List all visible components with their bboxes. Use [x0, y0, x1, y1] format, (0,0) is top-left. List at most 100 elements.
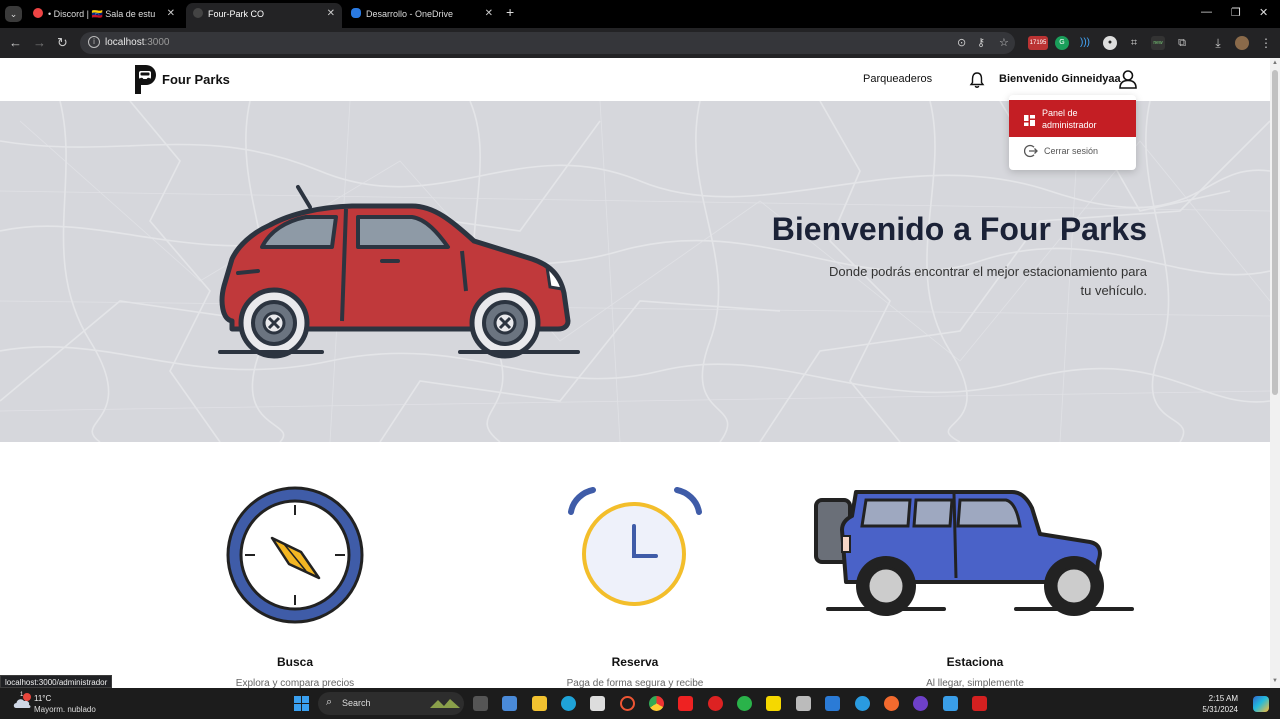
feature-title-reserva: Reserva [611, 655, 659, 669]
edge-browser-icon[interactable] [561, 696, 576, 711]
whatsapp-icon[interactable] [737, 696, 752, 711]
grammarly-icon[interactable]: G [1055, 36, 1069, 50]
reload-icon[interactable]: ↻ [57, 35, 68, 51]
admin-panel-menu-item[interactable]: Panel de administrador [1009, 100, 1136, 137]
dashboard-grid-icon [1024, 115, 1035, 126]
extension-new-label: new [1153, 40, 1163, 46]
opera-icon[interactable] [620, 696, 635, 711]
user-account-icon[interactable] [1118, 69, 1138, 89]
weather-badge: 1 [20, 692, 24, 698]
task-view-icon[interactable] [473, 696, 488, 711]
admin-panel-label: Panel de administrador [1042, 108, 1097, 130]
url-text: localhost:3000 [105, 37, 170, 48]
acrobat-icon[interactable] [972, 696, 987, 711]
docker-icon[interactable] [855, 696, 870, 711]
jeep-icon [814, 490, 1134, 616]
taskbar-search-box[interactable]: ⌕ Search [318, 692, 464, 715]
clock-time[interactable]: 2:15 AM [1209, 694, 1238, 703]
url-port: :3000 [144, 37, 170, 48]
extensions-puzzle-icon[interactable]: ⧉ [1175, 36, 1189, 50]
notepad-icon[interactable] [943, 696, 958, 711]
feature-title-busca: Busca [276, 655, 314, 669]
browser-menu-icon[interactable]: ⋮ [1259, 36, 1273, 50]
feature-desc-estaciona: Al llegar, simplemente [926, 678, 1024, 688]
chrome-icon[interactable] [649, 696, 664, 711]
compass-icon [226, 486, 364, 624]
password-key-icon[interactable]: ⚷ [977, 36, 985, 49]
discord-favicon-icon [33, 8, 43, 18]
user-dropdown-menu: Panel de administrador Cerrar sesión [1009, 95, 1136, 170]
close-tab-icon[interactable]: ✕ [167, 3, 175, 25]
site-info-icon[interactable]: i [88, 36, 100, 48]
extension-circle-icon[interactable]: ● [1103, 36, 1117, 50]
file-explorer-icon[interactable] [532, 696, 547, 711]
feature-desc-busca: Explora y compara precios [235, 678, 355, 688]
hero-subtitle: Donde podrás encontrar el mejor estacion… [829, 264, 1147, 298]
welcome-user-text[interactable]: Bienvenido Ginneidyaa [999, 73, 1121, 85]
window-close-icon[interactable]: ✕ [1259, 6, 1268, 19]
restore-icon[interactable]: ❐ [1231, 6, 1241, 19]
extension-badge-count: 17195 [1029, 40, 1047, 46]
notification-bell-icon[interactable] [969, 71, 985, 89]
back-icon[interactable]: ← [9, 35, 22, 50]
youtube-music-icon[interactable] [708, 696, 723, 711]
tab-search-button[interactable]: ⌄ [5, 6, 22, 22]
copilot-icon[interactable] [1253, 696, 1269, 712]
forward-icon[interactable]: → [33, 35, 46, 50]
four-parks-logo-icon[interactable] [133, 63, 157, 95]
weather-desc: Mayorm. nublado [34, 705, 96, 714]
minimize-icon[interactable]: — [1201, 6, 1212, 18]
close-tab-icon[interactable]: ✕ [485, 3, 493, 25]
tab-discord[interactable]: • Discord | 🇻🇪 Sala de estu ✕ [26, 3, 182, 28]
four-park-favicon-icon [193, 8, 203, 18]
web-page: Four Parks Parqueaderos Bienvenido Ginne… [0, 58, 1270, 688]
youtube-icon[interactable] [678, 696, 693, 711]
microsoft-store-icon[interactable] [590, 696, 605, 711]
site-navbar: Four Parks Parqueaderos Bienvenido Ginne… [0, 58, 1270, 170]
tab-title: Four-Park CO [208, 9, 265, 19]
tab-title: • Discord | 🇻🇪 Sala de estu [48, 9, 156, 19]
photos-app-icon[interactable] [502, 696, 517, 711]
tab-onedrive[interactable]: Desarrollo - OneDrive ✕ [344, 3, 500, 28]
calculator-icon[interactable] [796, 696, 811, 711]
tab-four-park[interactable]: Four-Park CO ✕ [186, 3, 342, 28]
browser-toolbar: ← → ↻ i localhost:3000 ⊙ ⚷ ☆ 17195 G )))… [0, 28, 1280, 58]
brand-name[interactable]: Four Parks [162, 72, 230, 87]
vscode-icon[interactable] [825, 696, 840, 711]
windows-taskbar: 1 11°C Mayorm. nublado ⌕ Search 2:15 AM … [0, 688, 1280, 719]
postman-icon[interactable] [884, 696, 899, 711]
status-link-url: localhost:3000/administrador [0, 675, 113, 688]
download-icon[interactable]: ⤓ [1211, 36, 1225, 50]
browser-tab-bar: ⌄ • Discord | 🇻🇪 Sala de estu ✕ Four-Par… [0, 0, 1280, 28]
profile-avatar[interactable] [1235, 36, 1249, 50]
tab-title: Desarrollo - OneDrive [366, 9, 454, 19]
logout-menu-item[interactable]: Cerrar sesión [1009, 139, 1136, 163]
logout-icon [1024, 144, 1038, 158]
clock-date[interactable]: 5/31/2024 [1202, 705, 1238, 714]
scroll-down-icon[interactable]: ▼ [1272, 678, 1278, 684]
sticky-notes-icon[interactable] [766, 696, 781, 711]
taskbar-search-label: Search [342, 698, 371, 708]
feature-title-estaciona: Estaciona [946, 655, 1004, 669]
address-bar[interactable]: i localhost:3000 ⊙ ⚷ ☆ [80, 32, 1015, 54]
scroll-up-icon[interactable]: ▲ [1272, 60, 1278, 66]
extension-badge-icon[interactable]: 17195 [1028, 36, 1048, 50]
page-scrollbar[interactable]: ▲ ▼ [1270, 58, 1280, 688]
search-icon: ⌕ [326, 696, 333, 708]
logout-label: Cerrar sesión [1044, 146, 1099, 156]
clock-icon [568, 487, 702, 606]
new-tab-button[interactable]: + [506, 4, 514, 20]
github-desktop-icon[interactable] [913, 696, 928, 711]
bookmark-star-icon[interactable]: ☆ [999, 36, 1009, 49]
windows-start-icon[interactable] [294, 696, 309, 711]
feature-desc-reserva: Paga de forma segura y recibe [566, 678, 704, 688]
hero-title: Bienvenido a Four Parks [771, 211, 1147, 247]
close-tab-icon[interactable]: ✕ [327, 3, 335, 25]
extension-new-icon[interactable]: new [1151, 36, 1165, 50]
scrollbar-thumb[interactable] [1272, 70, 1278, 395]
location-icon[interactable]: ⊙ [957, 36, 966, 49]
translate-extension-icon[interactable]: ))) [1078, 36, 1092, 50]
extension-grid-icon[interactable]: ⌗ [1127, 36, 1141, 50]
nav-link-parqueaderos[interactable]: Parqueaderos [863, 73, 932, 85]
onedrive-favicon-icon [351, 8, 361, 18]
